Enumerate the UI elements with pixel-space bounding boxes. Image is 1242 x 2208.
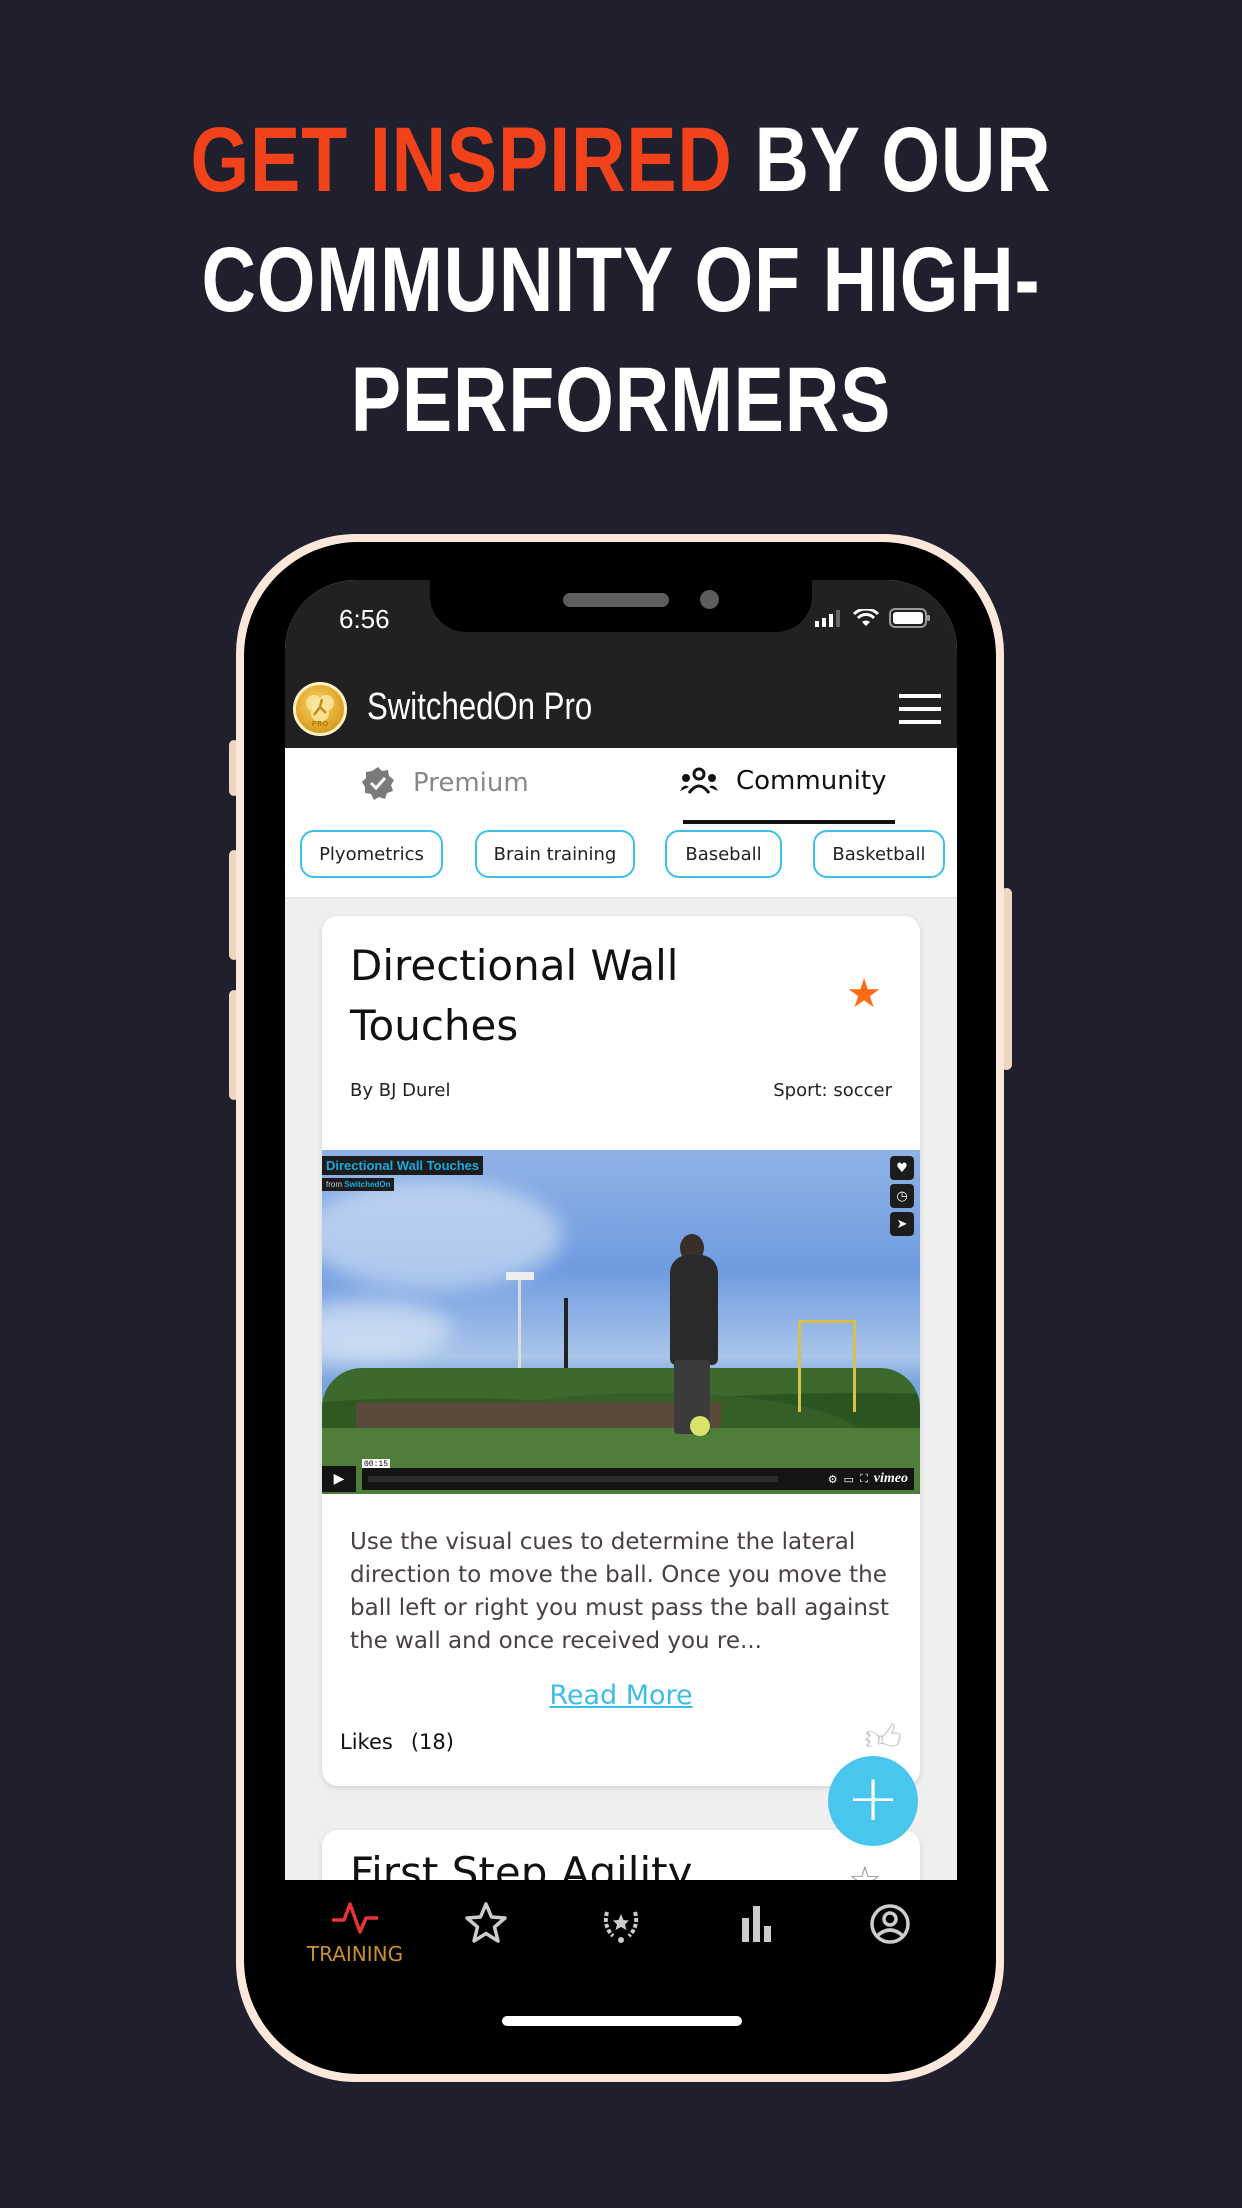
bar-chart-icon — [742, 1906, 771, 1942]
settings-icon[interactable]: ⚙ — [828, 1473, 838, 1486]
drill-sport: Sport: soccer — [773, 1080, 892, 1101]
bottom-navigation: TRAINING — [285, 1880, 957, 1980]
drill-title: Directional Wall Touches — [350, 941, 679, 1050]
headline-line1-rest: BY OUR — [732, 109, 1052, 211]
play-icon[interactable]: ▶ — [322, 1466, 356, 1492]
verified-badge-icon — [362, 767, 394, 800]
video-player[interactable]: Directional Wall Touches from SwitchedOn… — [322, 1150, 920, 1494]
tab-community-label: Community — [736, 766, 887, 796]
video-progress[interactable]: ⚙ ▭ ⛶ vimeo — [362, 1468, 914, 1490]
drill-card[interactable]: First Step Agility ☆ — [322, 1830, 920, 1880]
video-channel[interactable]: SwitchedOn — [344, 1180, 390, 1189]
likes-label: Likes — [340, 1730, 393, 1754]
likes-value: (18) — [410, 1730, 454, 1754]
video-light-head — [506, 1272, 534, 1280]
chip-basketball[interactable]: Basketball — [813, 830, 945, 878]
video-like-icon[interactable]: ♥ — [890, 1156, 914, 1180]
video-progress-track[interactable] — [368, 1476, 778, 1482]
filter-chips: Plyometrics Brain training Baseball Bask… — [285, 828, 957, 898]
app-bar: PRO SwitchedOn Pro — [285, 670, 957, 748]
battery-icon — [889, 608, 930, 628]
status-time: 6:56 — [339, 604, 390, 634]
video-watch-later-icon[interactable]: ◷ — [890, 1184, 914, 1208]
video-goalpost — [798, 1320, 856, 1412]
star-icon — [465, 1902, 507, 1943]
status-icons — [815, 608, 931, 628]
airplay-icon[interactable]: ▭ — [844, 1473, 854, 1486]
video-controls: ▶ ⚙ ▭ ⛶ vimeo — [322, 1466, 920, 1492]
vimeo-logo[interactable]: vimeo — [874, 1471, 908, 1487]
tab-premium[interactable]: Premium — [361, 766, 529, 800]
video-control-icons: ⚙ ▭ ⛶ vimeo — [828, 1471, 908, 1487]
favorite-star-icon[interactable]: ★ — [846, 974, 882, 1014]
video-player-body — [670, 1255, 718, 1365]
read-more-link[interactable]: Read More — [322, 1680, 920, 1711]
nav-stats[interactable] — [696, 1900, 816, 1952]
drill-author: By BJ Durel — [350, 1080, 451, 1101]
app-screen: 6:56 PRO SwitchedOn Pro Premium Communit… — [285, 580, 957, 1880]
laurel-star-icon — [603, 1911, 639, 1943]
add-drill-button[interactable]: + — [828, 1756, 918, 1846]
nav-favorites[interactable] — [426, 1900, 546, 1952]
app-title: SwitchedOn Pro — [367, 686, 593, 728]
nav-training-label: TRAINING — [306, 1942, 404, 1966]
drill-card[interactable]: Directional Wall Touches ★ By BJ Durel S… — [322, 916, 920, 1786]
likes-count: Likes (18) — [340, 1730, 454, 1754]
nav-achievements[interactable] — [561, 1900, 681, 1952]
signal-icon — [815, 610, 840, 627]
nav-profile[interactable] — [830, 1900, 950, 1952]
headline-line2: COMMUNITY OF HIGH- — [201, 229, 1041, 331]
menu-line — [899, 720, 941, 724]
chip-plyometrics[interactable]: Plyometrics — [300, 830, 443, 878]
tab-bar: Premium Community — [285, 748, 957, 828]
active-tab-indicator — [683, 820, 895, 824]
logo-text: PRO — [311, 720, 329, 728]
menu-line — [899, 707, 941, 711]
app-logo[interactable]: PRO — [293, 682, 347, 736]
video-from-label: from — [326, 1180, 342, 1189]
nav-training[interactable]: TRAINING — [295, 1900, 415, 1966]
pulse-icon — [332, 1902, 378, 1934]
video-from: from SwitchedOn — [322, 1178, 395, 1191]
wifi-icon — [853, 609, 879, 626]
menu-line — [899, 694, 941, 698]
home-indicator[interactable] — [502, 2016, 742, 2026]
group-icon — [680, 767, 718, 794]
drill-title: First Step Agility — [350, 1848, 693, 1880]
video-title[interactable]: Directional Wall Touches — [322, 1156, 484, 1175]
video-share-icon[interactable]: ➤ — [890, 1212, 914, 1236]
tab-community[interactable]: Community — [680, 766, 886, 796]
phone-camera — [700, 590, 719, 609]
hamburger-menu-button[interactable] — [899, 694, 941, 724]
favorite-star-outline-icon[interactable]: ☆ — [848, 1858, 882, 1880]
phone-speaker — [563, 593, 669, 607]
video-cloud — [322, 1300, 452, 1360]
thumbs-up-icon[interactable]: 👍︎ — [864, 1716, 902, 1760]
fullscreen-icon[interactable]: ⛶ — [860, 1472, 868, 1486]
headline-accent: GET INSPIRED — [190, 109, 733, 211]
account-icon — [870, 1904, 910, 1944]
headline-line3: PERFORMERS — [350, 349, 892, 451]
video-side-actions: ♥ ◷ ➤ — [890, 1156, 914, 1236]
marketing-headline: GET INSPIRED BY OUR COMMUNITY OF HIGH- P… — [112, 100, 1130, 460]
chip-brain-training[interactable]: Brain training — [475, 830, 635, 878]
drill-description: Use the visual cues to determine the lat… — [350, 1529, 889, 1654]
video-ball — [690, 1416, 710, 1436]
tab-premium-label: Premium — [413, 768, 529, 798]
video-wall — [356, 1402, 721, 1428]
chip-baseball[interactable]: Baseball — [665, 830, 782, 878]
